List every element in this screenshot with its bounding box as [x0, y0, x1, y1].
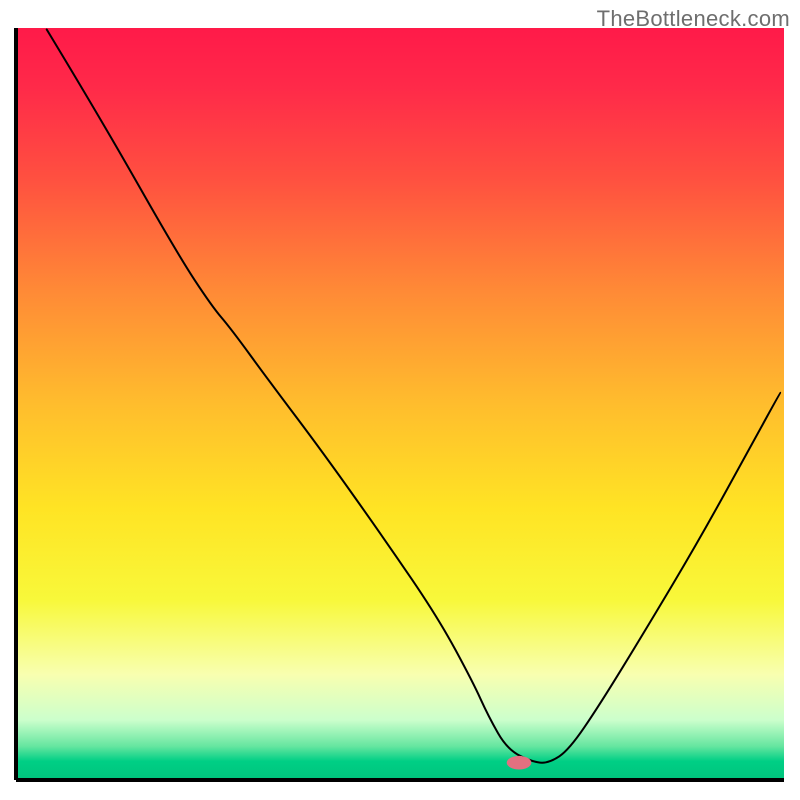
chart-svg — [0, 0, 800, 800]
gradient-background — [16, 28, 784, 780]
bottleneck-chart: TheBottleneck.com — [0, 0, 800, 800]
plot-area — [16, 28, 784, 780]
watermark-text: TheBottleneck.com — [597, 6, 790, 32]
optimal-marker — [507, 756, 532, 770]
